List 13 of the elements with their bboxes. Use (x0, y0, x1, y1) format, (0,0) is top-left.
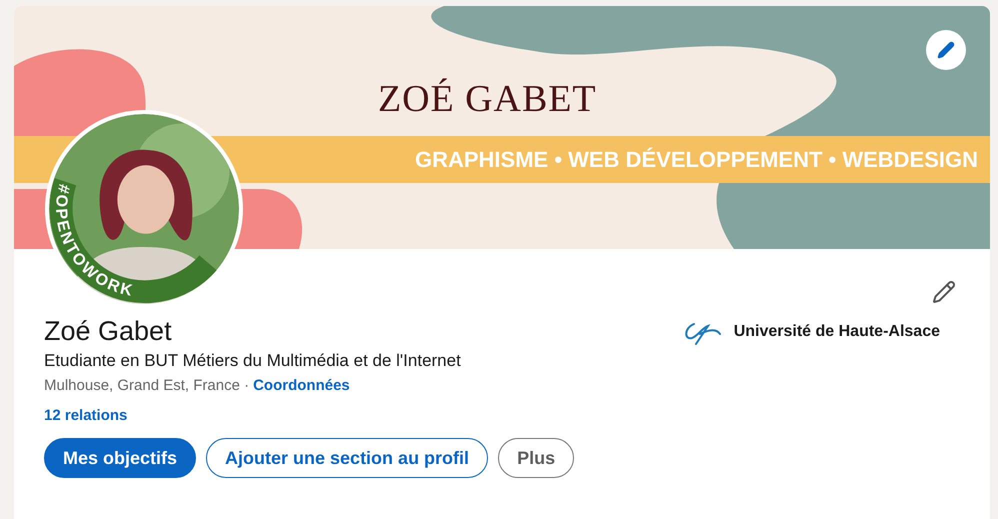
connections-link[interactable]: 12 relations (44, 406, 682, 426)
education-school: Université de Haute-Alsace (734, 322, 940, 342)
edit-icon (937, 41, 955, 59)
add-section-button[interactable]: Ajouter une section au profil (206, 438, 488, 478)
goals-button[interactable]: Mes objectifs (44, 438, 196, 478)
banner-tagline: GRAPHISME • WEB DÉVELOPPEMENT • WEBDESIGN (414, 146, 978, 174)
profile-headline: Etudiante en BUT Métiers du Multimédia et de l'Internet (44, 350, 462, 372)
banner-title: ZOÉ GABET (378, 80, 597, 118)
profile-name: Zoé Gabet (44, 315, 173, 348)
more-button[interactable]: Plus (498, 438, 574, 478)
profile-location: Mulhouse, Grand Est, France · (44, 376, 250, 396)
edit-icon (932, 280, 956, 304)
contact-info-link[interactable]: Coordonnées (253, 376, 350, 396)
